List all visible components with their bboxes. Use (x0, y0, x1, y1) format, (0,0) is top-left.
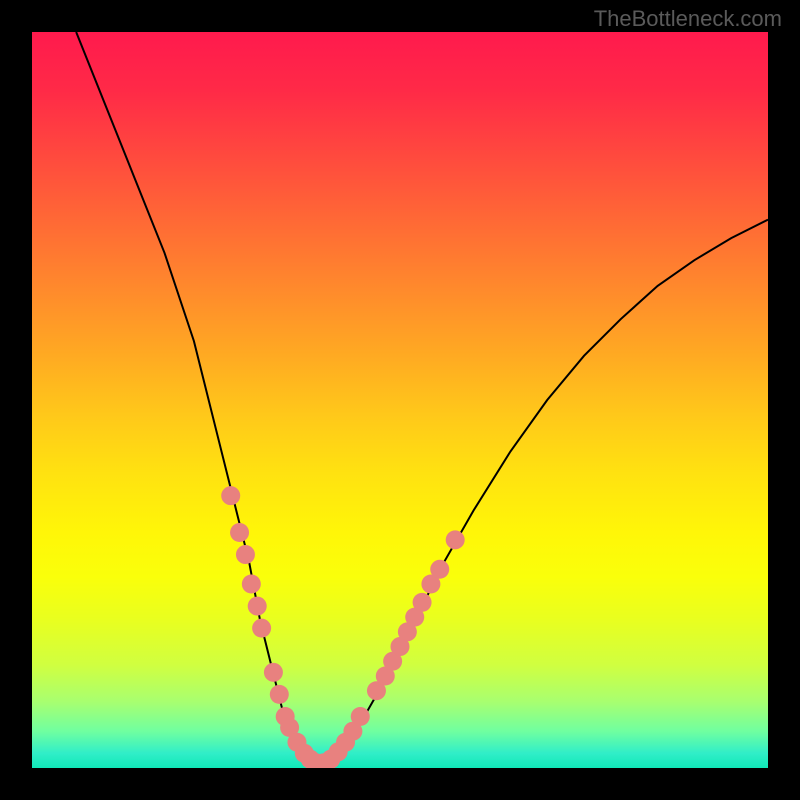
data-point (264, 663, 283, 682)
scatter-overlay (32, 32, 768, 768)
data-point (430, 560, 449, 579)
data-point (242, 575, 261, 594)
data-point (248, 597, 267, 616)
data-point (221, 486, 240, 505)
data-point (252, 619, 271, 638)
watermark-text: TheBottleneck.com (594, 6, 782, 32)
data-point (413, 593, 432, 612)
chart-plot-area (32, 32, 768, 768)
data-point (236, 545, 255, 564)
data-point (351, 707, 370, 726)
data-point (230, 523, 249, 542)
data-point (446, 530, 465, 549)
dots-group (221, 486, 464, 768)
data-point (270, 685, 289, 704)
